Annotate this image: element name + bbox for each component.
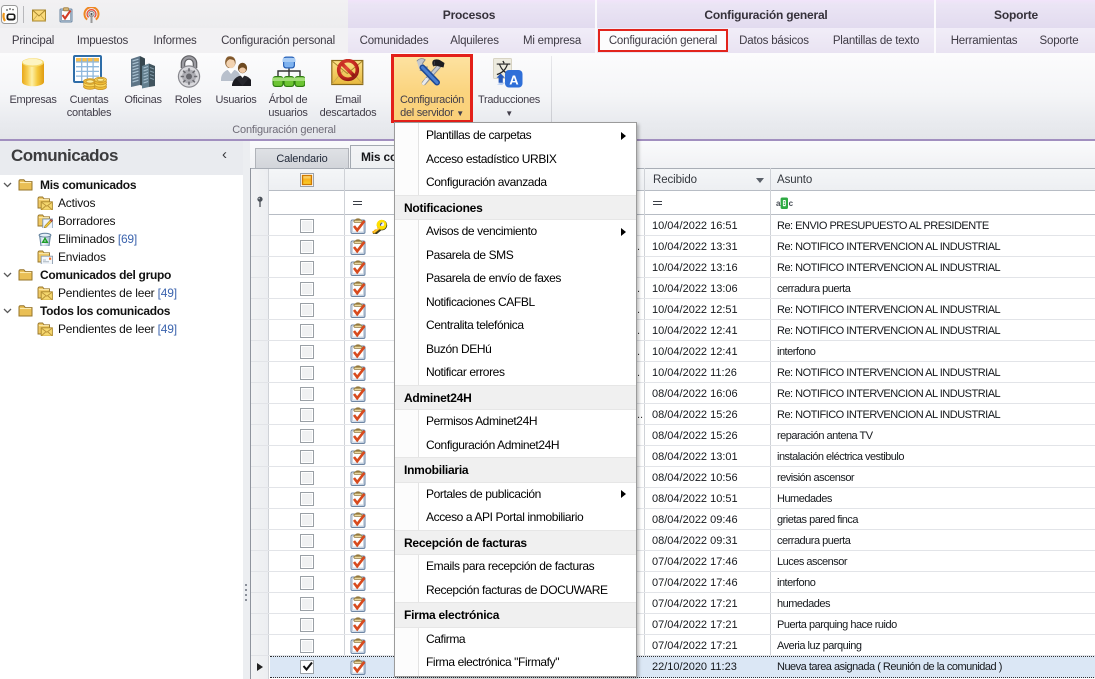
- svg-text:A: A: [509, 73, 519, 88]
- svg-text:a: a: [776, 199, 781, 208]
- svg-text:c: c: [789, 199, 793, 208]
